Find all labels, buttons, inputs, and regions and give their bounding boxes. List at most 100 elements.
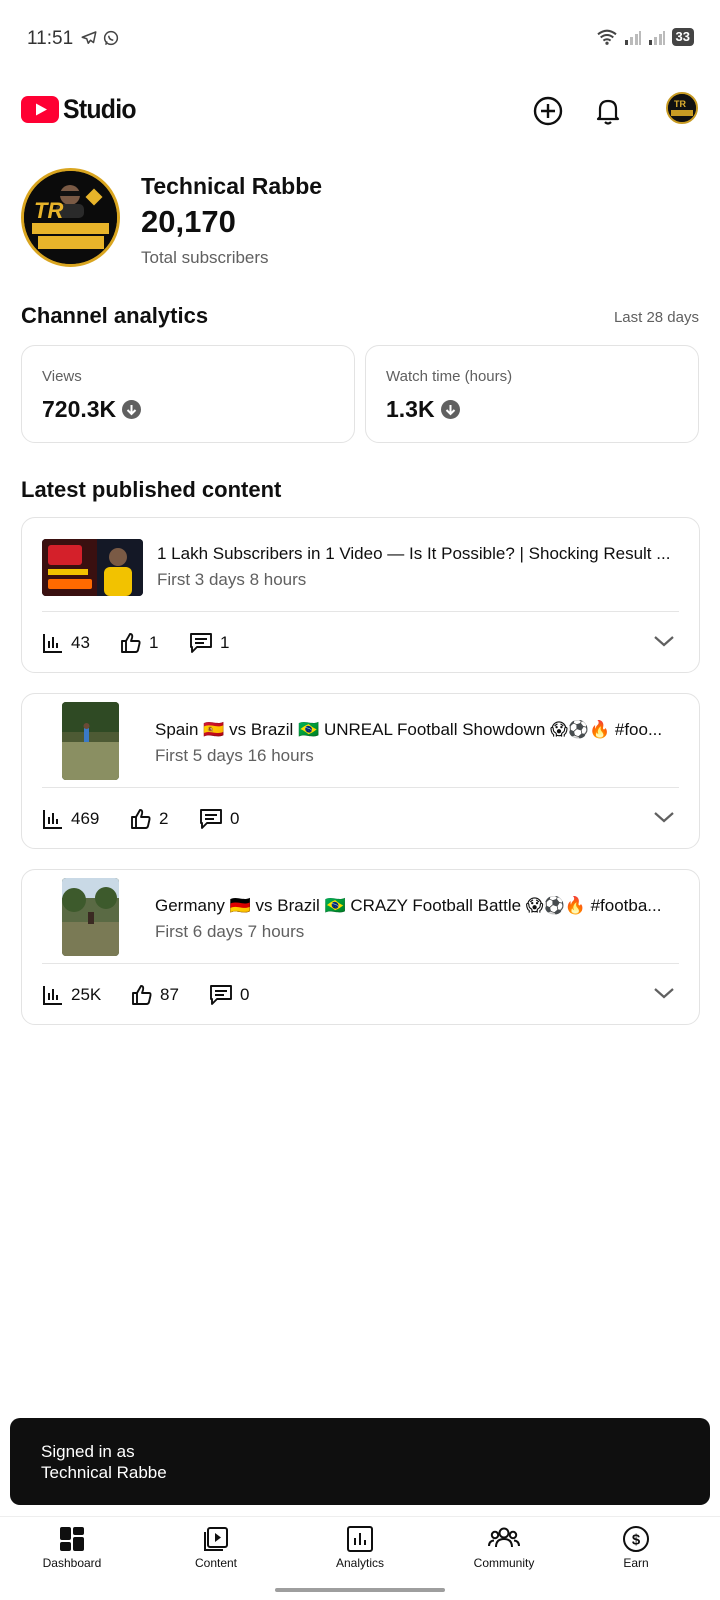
svg-text:TR: TR bbox=[674, 99, 686, 109]
likes-stat: 2 bbox=[130, 808, 168, 830]
content-icon bbox=[204, 1527, 228, 1551]
video-thumbnail[interactable] bbox=[62, 702, 119, 780]
views-stat: 25K bbox=[42, 984, 101, 1006]
likes-count: 87 bbox=[160, 985, 179, 1004]
bar-chart-icon bbox=[43, 986, 62, 1005]
bell-icon bbox=[596, 99, 620, 125]
video-meta: First 6 days 7 hours bbox=[155, 922, 305, 941]
comment-icon bbox=[200, 809, 222, 829]
channel-logo-icon: TR bbox=[24, 171, 117, 264]
analytics-section-title: Channel analytics bbox=[21, 303, 209, 328]
nav-earn[interactable]: $ Earn bbox=[576, 1525, 696, 1570]
create-button[interactable] bbox=[531, 94, 565, 128]
views-count: 469 bbox=[71, 809, 100, 828]
thumbnail-image bbox=[62, 702, 119, 780]
comments-count: 0 bbox=[240, 985, 250, 1004]
likes-count: 1 bbox=[149, 633, 159, 652]
dashboard-icon bbox=[60, 1527, 84, 1551]
comment-icon bbox=[210, 985, 232, 1005]
video-title[interactable]: 1 Lakh Subscribers in 1 Video — Is It Po… bbox=[157, 544, 677, 564]
chevron-down-icon[interactable] bbox=[653, 634, 675, 648]
video-title[interactable]: Spain 🇪🇸 vs Brazil 🇧🇷 UNREAL Football Sh… bbox=[155, 720, 677, 740]
card-divider bbox=[42, 611, 679, 612]
video-meta: First 5 days 16 hours bbox=[155, 746, 314, 765]
watch-time-label: Watch time (hours) bbox=[386, 368, 513, 385]
content-card[interactable]: 1 Lakh Subscribers in 1 Video — Is It Po… bbox=[21, 517, 700, 673]
bar-chart-icon bbox=[43, 810, 62, 829]
channel-avatar: TR bbox=[21, 168, 120, 267]
card-divider bbox=[42, 787, 679, 788]
nav-community[interactable]: Community bbox=[444, 1525, 564, 1570]
watch-time-card[interactable]: Watch time (hours) 1.3K bbox=[365, 345, 699, 443]
toast-line-2: Technical Rabbe bbox=[41, 1463, 167, 1482]
likes-stat: 1 bbox=[120, 632, 158, 654]
status-time: 11:51 bbox=[27, 28, 74, 49]
comments-count: 0 bbox=[230, 809, 240, 828]
nav-content[interactable]: Content bbox=[156, 1525, 276, 1570]
nav-dashboard-label: Dashboard bbox=[42, 1556, 102, 1570]
views-card[interactable]: Views 720.3K bbox=[21, 345, 355, 443]
nav-analytics[interactable]: Analytics bbox=[300, 1525, 420, 1570]
avatar-logo-icon: TR bbox=[668, 94, 696, 122]
add-circle-icon bbox=[533, 96, 563, 126]
status-bar: 11:51 33 bbox=[0, 0, 720, 80]
comments-count: 1 bbox=[220, 633, 230, 652]
latest-content-title: Latest published content bbox=[21, 477, 282, 502]
nav-earn-label: Earn bbox=[623, 1556, 649, 1570]
watch-time-value: 1.3K bbox=[386, 396, 435, 422]
svg-text:TR: TR bbox=[34, 198, 63, 223]
signed-in-toast: Signed in as Technical Rabbe bbox=[10, 1418, 710, 1505]
battery-level: 33 bbox=[671, 28, 694, 46]
bar-chart-icon bbox=[43, 634, 62, 653]
views-count: 43 bbox=[71, 633, 90, 652]
signal-icon bbox=[624, 31, 641, 45]
video-meta: First 3 days 8 hours bbox=[157, 570, 307, 589]
views-value: 720.3K bbox=[42, 396, 117, 422]
subscriber-count: 20,170 bbox=[141, 204, 236, 239]
video-title[interactable]: Germany 🇩🇪 vs Brazil 🇧🇷 CRAZY Football B… bbox=[155, 896, 677, 916]
home-indicator[interactable] bbox=[275, 1588, 445, 1592]
app-header: Studio TR bbox=[0, 88, 720, 134]
wifi-icon bbox=[596, 29, 617, 45]
community-icon bbox=[488, 1527, 520, 1548]
signal-icon-2 bbox=[648, 31, 665, 45]
account-avatar[interactable]: TR bbox=[666, 92, 698, 124]
chevron-down-icon[interactable] bbox=[653, 810, 675, 824]
notifications-button[interactable] bbox=[591, 94, 625, 128]
thumbnail-image bbox=[62, 878, 119, 956]
likes-stat: 87 bbox=[131, 984, 179, 1006]
arrow-down-icon bbox=[122, 400, 142, 419]
thumbnail-image bbox=[42, 539, 143, 596]
subscriber-label: Total subscribers bbox=[141, 248, 269, 267]
nav-content-label: Content bbox=[194, 1556, 238, 1570]
nav-dashboard[interactable]: Dashboard bbox=[12, 1525, 132, 1570]
whatsapp-icon bbox=[103, 30, 119, 46]
views-label: Views bbox=[42, 368, 82, 385]
telegram-icon bbox=[81, 31, 97, 44]
comments-stat: 0 bbox=[199, 808, 239, 830]
comment-icon bbox=[190, 633, 212, 653]
dollar-icon: $ bbox=[623, 1526, 649, 1552]
card-divider bbox=[42, 963, 679, 964]
thumbs-up-icon bbox=[121, 633, 141, 653]
toast-line-1: Signed in as bbox=[41, 1442, 135, 1461]
thumbs-up-icon bbox=[131, 809, 151, 829]
comments-stat: 1 bbox=[189, 632, 229, 654]
video-thumbnail[interactable] bbox=[42, 539, 143, 596]
analytics-icon bbox=[347, 1526, 373, 1552]
svg-text:$: $ bbox=[632, 1532, 641, 1549]
analytics-range: Last 28 days bbox=[613, 309, 699, 326]
nav-community-label: Community bbox=[473, 1556, 535, 1570]
studio-logo: Studio bbox=[21, 94, 142, 125]
content-card[interactable]: Germany 🇩🇪 vs Brazil 🇧🇷 CRAZY Football B… bbox=[21, 869, 700, 1025]
channel-name: Technical Rabbe bbox=[141, 173, 323, 199]
views-stat: 469 bbox=[42, 808, 99, 830]
content-card[interactable]: Spain 🇪🇸 vs Brazil 🇧🇷 UNREAL Football Sh… bbox=[21, 693, 700, 849]
arrow-down-icon bbox=[440, 400, 460, 419]
comments-stat: 0 bbox=[209, 984, 249, 1006]
video-thumbnail[interactable] bbox=[62, 878, 119, 956]
views-stat: 43 bbox=[42, 632, 90, 654]
chevron-down-icon[interactable] bbox=[653, 986, 675, 1000]
likes-count: 2 bbox=[159, 809, 169, 828]
views-count: 25K bbox=[71, 985, 102, 1004]
